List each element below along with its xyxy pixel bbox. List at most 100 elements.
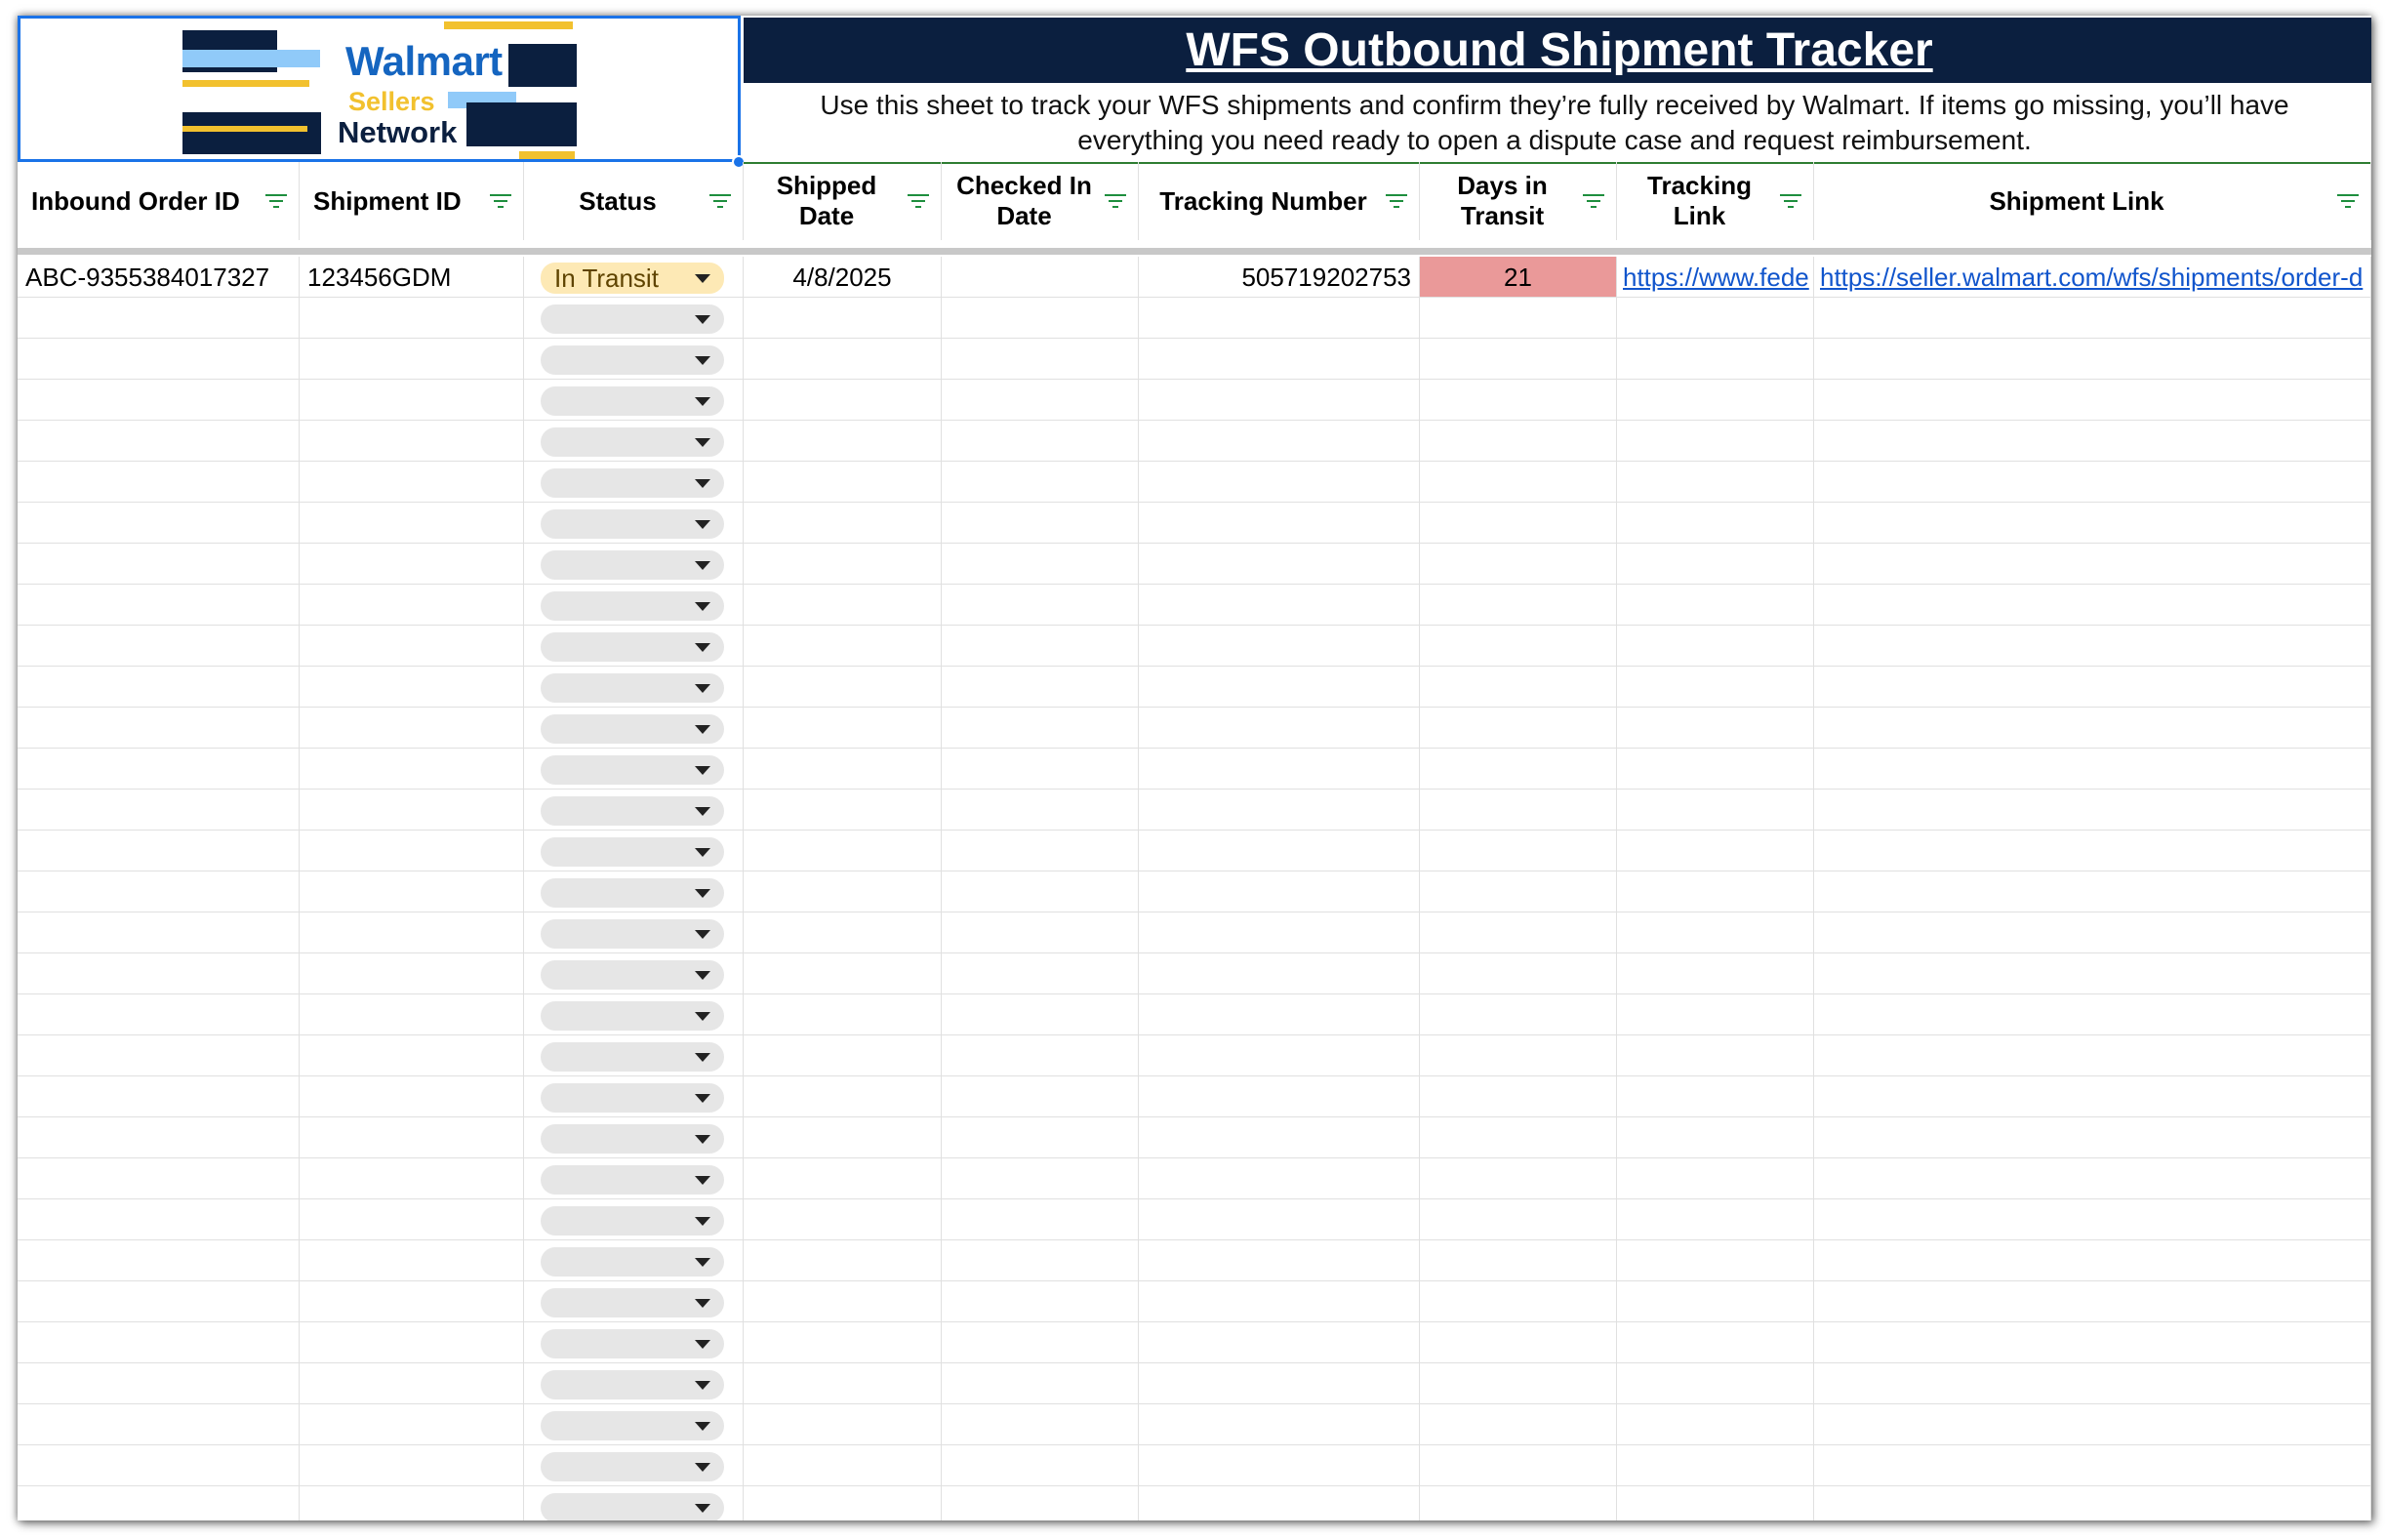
cell-tracking-number[interactable] [1139, 1363, 1420, 1404]
cell-checked-in-date[interactable] [942, 1158, 1139, 1199]
tracking-link[interactable]: https://www.fede [1623, 263, 1809, 292]
status-dropdown[interactable] [541, 796, 724, 826]
cell-shipment-id[interactable] [300, 1281, 524, 1322]
cell-inbound-order-id[interactable] [18, 1240, 300, 1281]
cell-checked-in-date[interactable] [942, 994, 1139, 1035]
cell-checked-in-date[interactable] [942, 257, 1139, 298]
cell-tracking-number[interactable]: 505719202753 [1139, 257, 1420, 298]
cell-checked-in-date[interactable] [942, 1363, 1139, 1404]
cell-days-in-transit[interactable] [1420, 708, 1617, 749]
cell-shipment-id[interactable] [300, 912, 524, 953]
cell-tracking-link[interactable] [1617, 462, 1814, 503]
cell-shipment-id[interactable] [300, 1117, 524, 1158]
cell-shipment-id[interactable] [300, 462, 524, 503]
cell-shipment-id[interactable] [300, 1035, 524, 1076]
filter-icon[interactable] [2337, 192, 2359, 210]
column-header-tracking-number[interactable]: Tracking Number [1139, 162, 1420, 240]
cell-tracking-number[interactable] [1139, 339, 1420, 380]
cell-inbound-order-id[interactable] [18, 749, 300, 790]
cell-checked-in-date[interactable] [942, 298, 1139, 339]
cell-status[interactable] [524, 667, 744, 708]
cell-shipment-link[interactable] [1814, 462, 2371, 503]
cell-inbound-order-id[interactable] [18, 790, 300, 831]
cell-shipment-id[interactable] [300, 1240, 524, 1281]
cell-status[interactable] [524, 380, 744, 421]
cell-days-in-transit[interactable] [1420, 831, 1617, 871]
status-dropdown[interactable] [541, 1042, 724, 1072]
cell-shipment-id[interactable] [300, 1076, 524, 1117]
cell-shipment-link[interactable] [1814, 1445, 2371, 1486]
cell-status[interactable] [524, 831, 744, 871]
cell-shipment-link[interactable] [1814, 708, 2371, 749]
cell-inbound-order-id[interactable] [18, 339, 300, 380]
cell-checked-in-date[interactable] [942, 708, 1139, 749]
cell-tracking-number[interactable] [1139, 1240, 1420, 1281]
cell-inbound-order-id[interactable] [18, 1445, 300, 1486]
cell-checked-in-date[interactable] [942, 790, 1139, 831]
cell-shipment-link[interactable] [1814, 667, 2371, 708]
cell-status[interactable] [524, 462, 744, 503]
cell-status[interactable] [524, 503, 744, 544]
cell-shipment-id[interactable] [300, 585, 524, 626]
column-header-status[interactable]: Status [524, 162, 744, 240]
cell-checked-in-date[interactable] [942, 1404, 1139, 1445]
cell-shipped-date[interactable] [744, 912, 942, 953]
status-dropdown[interactable] [541, 1206, 724, 1236]
cell-inbound-order-id[interactable] [18, 1076, 300, 1117]
cell-shipment-link[interactable] [1814, 1281, 2371, 1322]
cell-checked-in-date[interactable] [942, 953, 1139, 994]
cell-checked-in-date[interactable] [942, 1486, 1139, 1520]
status-dropdown[interactable] [541, 632, 724, 662]
cell-shipped-date[interactable] [744, 421, 942, 462]
cell-status[interactable] [524, 1363, 744, 1404]
cell-shipment-link[interactable] [1814, 544, 2371, 585]
cell-tracking-number[interactable] [1139, 1199, 1420, 1240]
cell-days-in-transit[interactable] [1420, 667, 1617, 708]
cell-shipment-link[interactable] [1814, 1117, 2371, 1158]
cell-shipped-date[interactable] [744, 953, 942, 994]
logo-cell[interactable]: Walmart Sellers Network [18, 16, 741, 162]
cell-tracking-number[interactable] [1139, 1117, 1420, 1158]
cell-tracking-number[interactable] [1139, 503, 1420, 544]
cell-inbound-order-id[interactable] [18, 421, 300, 462]
cell-days-in-transit[interactable] [1420, 1240, 1617, 1281]
status-dropdown[interactable] [541, 550, 724, 580]
cell-inbound-order-id[interactable] [18, 831, 300, 871]
status-dropdown[interactable] [541, 345, 724, 375]
cell-tracking-number[interactable] [1139, 1076, 1420, 1117]
cell-status[interactable] [524, 790, 744, 831]
cell-days-in-transit[interactable] [1420, 790, 1617, 831]
cell-inbound-order-id[interactable] [18, 871, 300, 912]
cell-status[interactable] [524, 626, 744, 667]
cell-days-in-transit[interactable] [1420, 1158, 1617, 1199]
cell-days-in-transit[interactable] [1420, 544, 1617, 585]
cell-days-in-transit[interactable] [1420, 1322, 1617, 1363]
cell-tracking-number[interactable] [1139, 994, 1420, 1035]
cell-shipment-link[interactable] [1814, 503, 2371, 544]
cell-tracking-number[interactable] [1139, 1486, 1420, 1520]
cell-shipment-id[interactable] [300, 831, 524, 871]
cell-status[interactable] [524, 871, 744, 912]
cell-tracking-link[interactable] [1617, 994, 1814, 1035]
cell-inbound-order-id[interactable] [18, 1199, 300, 1240]
cell-tracking-link[interactable] [1617, 585, 1814, 626]
cell-inbound-order-id[interactable] [18, 1363, 300, 1404]
cell-tracking-link[interactable] [1617, 667, 1814, 708]
cell-checked-in-date[interactable] [942, 1322, 1139, 1363]
cell-status[interactable] [524, 1117, 744, 1158]
cell-inbound-order-id[interactable] [18, 708, 300, 749]
column-header-inbound-order-id[interactable]: Inbound Order ID [18, 162, 300, 240]
cell-shipment-link[interactable] [1814, 1158, 2371, 1199]
cell-days-in-transit[interactable]: 21 [1420, 257, 1617, 298]
cell-shipment-id[interactable] [300, 1404, 524, 1445]
cell-status[interactable] [524, 912, 744, 953]
cell-status[interactable] [524, 298, 744, 339]
cell-tracking-number[interactable] [1139, 380, 1420, 421]
status-dropdown[interactable] [541, 1247, 724, 1277]
cell-shipment-id[interactable] [300, 544, 524, 585]
status-dropdown[interactable] [541, 714, 724, 744]
cell-shipment-link[interactable] [1814, 1076, 2371, 1117]
cell-shipment-id[interactable] [300, 667, 524, 708]
status-dropdown[interactable] [541, 468, 724, 498]
cell-shipment-id[interactable]: 123456GDM [300, 257, 524, 298]
